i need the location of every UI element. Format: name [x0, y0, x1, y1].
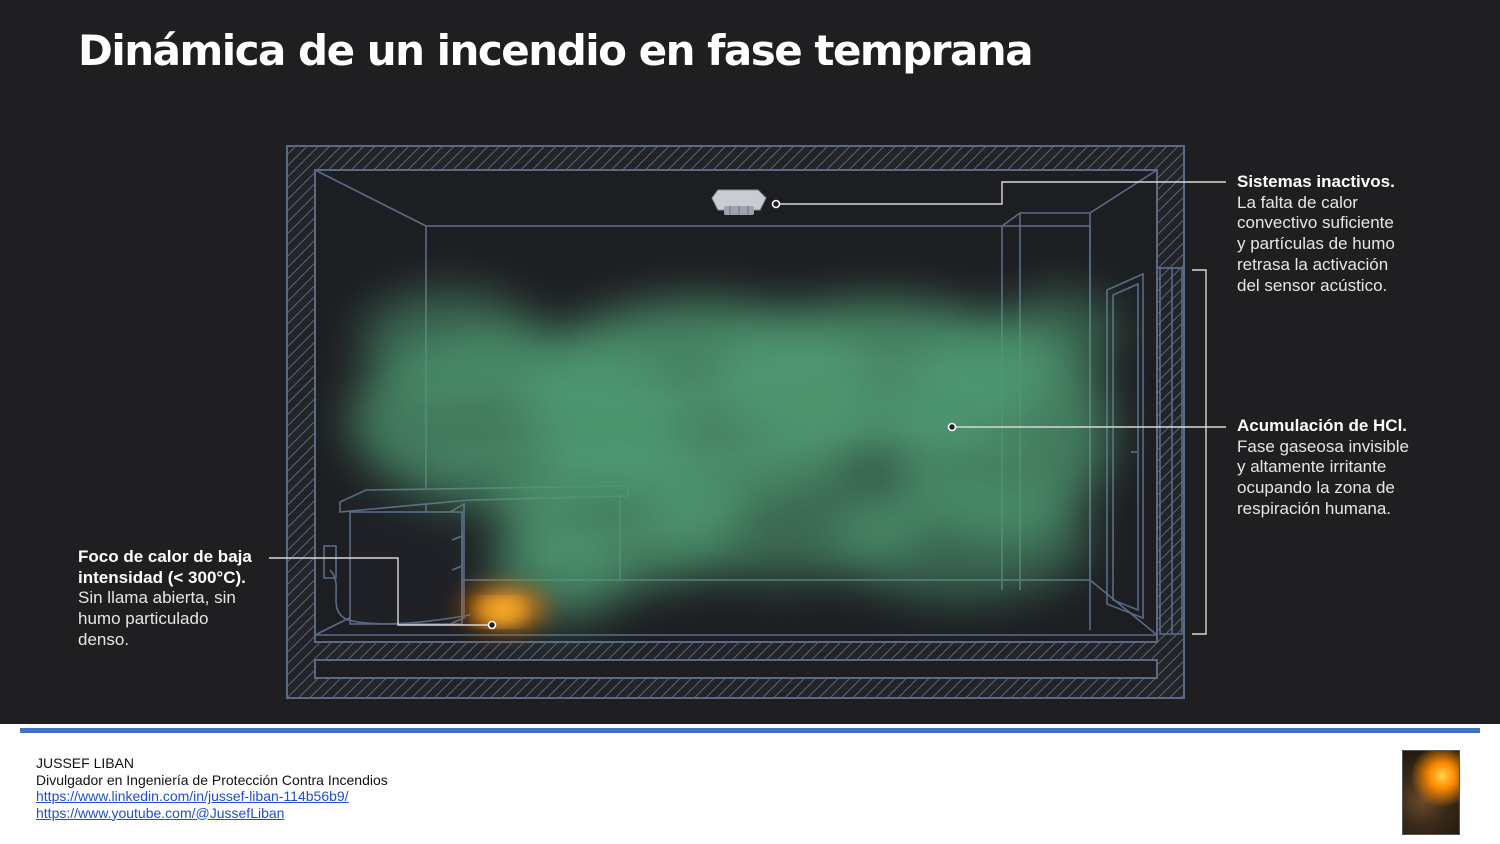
footer-divider — [20, 728, 1480, 733]
callout-body: Fase gaseosa invisible y altamente irrit… — [1237, 436, 1409, 518]
heat-source-glow — [450, 578, 560, 638]
callout-heading: Foco de calor de baja intensidad (< 300°… — [78, 547, 252, 587]
callout-body: La falta de calor convectivo suficiente … — [1237, 192, 1395, 295]
callout-hcl-accumulation: Acumulación de HCl. Fase gaseosa invisib… — [1237, 416, 1467, 520]
youtube-link[interactable]: https://www.youtube.com/@JussefLiban — [36, 805, 388, 822]
callout-heading: Acumulación de HCl. — [1237, 416, 1408, 435]
callout-inactive-systems: Sistemas inactivos. La falta de calor co… — [1237, 172, 1467, 296]
author-footer: JUSSEF LIBAN Divulgador en Ingeniería de… — [36, 755, 388, 821]
callout-heading: Sistemas inactivos. — [1237, 172, 1395, 191]
linkedin-link[interactable]: https://www.linkedin.com/in/jussef-liban… — [36, 788, 388, 805]
author-role: Divulgador en Ingeniería de Protección C… — [36, 771, 388, 788]
diagram-slide: Dinámica de un incendio en fase temprana — [0, 0, 1500, 724]
callout-body: Sin llama abierta, sin humo particulado … — [78, 588, 236, 649]
author-name: JUSSEF LIBAN — [36, 755, 135, 771]
callout-heat-source: Foco de calor de baja intensidad (< 300°… — [78, 547, 268, 651]
firefighter-avatar — [1402, 750, 1460, 835]
